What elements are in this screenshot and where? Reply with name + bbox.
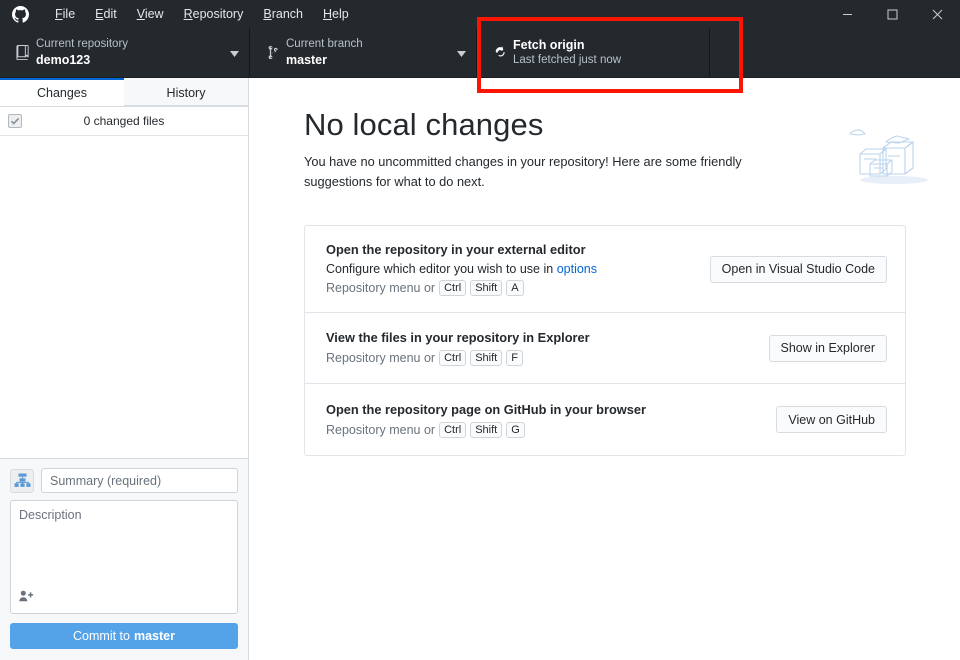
- sidebar: Changes History 0 changed files Summary …: [0, 78, 249, 660]
- suggestion-title: Open the repository in your external edi…: [326, 242, 586, 258]
- fetch-origin-button[interactable]: Fetch origin Last fetched just now: [477, 28, 710, 77]
- suggestion-description: Configure which editor you wish to use i…: [326, 262, 694, 276]
- suggestion-title: Open the repository page on GitHub in yo…: [326, 401, 646, 417]
- current-repository-label: Current repository: [36, 38, 129, 51]
- page-title: No local changes: [304, 107, 544, 142]
- github-desktop-window: File Edit View Repository Branch Help Cu…: [0, 0, 960, 660]
- suggestion-title: View the files in your repository in Exp…: [326, 330, 590, 346]
- suggestions-list: Open the repository in your external edi…: [304, 225, 906, 457]
- app-body: Changes History 0 changed files Summary …: [0, 78, 960, 660]
- main-panel: No local changes You have no uncommitted…: [249, 78, 960, 660]
- checked-checkbox-icon[interactable]: [8, 114, 22, 128]
- menu-item-edit[interactable]: Edit: [86, 2, 126, 26]
- commit-description-input[interactable]: Description: [10, 500, 238, 614]
- current-repository-button[interactable]: Current repository demo123: [0, 28, 250, 77]
- open-in-editor-button[interactable]: Open in Visual Studio Code: [709, 255, 887, 283]
- commit-summary-input[interactable]: [41, 468, 238, 493]
- suggestion-hint-prefix: Repository menu or: [326, 351, 436, 366]
- current-repository-value: demo123: [36, 52, 91, 67]
- menu-bar: File Edit View Repository Branch Help: [46, 2, 358, 26]
- window-controls: [825, 0, 960, 28]
- menu-label-view: iew: [144, 7, 164, 21]
- suggestion-body: Open the repository page on GitHub in yo…: [326, 402, 760, 438]
- suggestion-shortcut-hint: Repository menu or Ctrl Shift G: [326, 421, 760, 438]
- menu-item-view[interactable]: View: [128, 2, 173, 26]
- suggestion-shortcut-hint: Repository menu or Ctrl Shift A: [326, 280, 694, 297]
- menu-item-repository[interactable]: Repository: [175, 2, 253, 26]
- suggestion-body: Open the repository in your external edi…: [326, 242, 694, 297]
- key-letter: F: [506, 350, 523, 367]
- commit-to-branch-button[interactable]: Commit to master: [10, 623, 238, 649]
- show-in-explorer-button[interactable]: Show in Explorer: [768, 334, 887, 362]
- commit-summary-row: [10, 468, 238, 493]
- add-person-icon[interactable]: [19, 589, 34, 607]
- key-shift: Shift: [470, 421, 503, 438]
- key-letter: A: [506, 280, 524, 297]
- key-shift: Shift: [470, 280, 503, 297]
- fetch-origin-text: Fetch origin Last fetched just now: [513, 37, 621, 68]
- menu-accel-repository: R: [183, 7, 193, 21]
- menu-item-branch[interactable]: Branch: [254, 2, 312, 26]
- close-icon[interactable]: [915, 0, 960, 28]
- menu-accel-help: H: [322, 7, 333, 21]
- sidebar-tabs: Changes History: [0, 78, 248, 107]
- key-ctrl: Ctrl: [439, 350, 467, 367]
- commit-description-placeholder: Description: [19, 508, 82, 522]
- current-repository-text: Current repository demo123: [36, 37, 128, 68]
- menu-label-repository: epository: [192, 7, 244, 21]
- suggestion-open-in-editor: Open the repository in your external edi…: [305, 226, 905, 314]
- sync-refresh-icon: [487, 45, 513, 60]
- current-branch-value: master: [286, 52, 327, 67]
- changed-files-header: 0 changed files: [0, 107, 248, 136]
- suggestion-hint-prefix: Repository menu or: [326, 281, 436, 296]
- menu-item-help[interactable]: Help: [314, 2, 358, 26]
- toolbar-empty-area: [710, 28, 960, 77]
- chevron-down-icon: [449, 44, 466, 62]
- main-toolbar: Current repository demo123 Current branc…: [0, 28, 960, 78]
- commit-button-prefix: Commit to: [73, 629, 130, 643]
- menu-item-file[interactable]: File: [46, 2, 84, 26]
- github-octocat-icon: [6, 5, 34, 23]
- suggestion-hint-prefix: Repository menu or: [326, 422, 436, 437]
- suggestion-show-in-explorer: View the files in your repository in Exp…: [305, 313, 905, 385]
- menu-label-file: ile: [62, 7, 76, 21]
- options-link[interactable]: options: [557, 262, 597, 276]
- key-letter: G: [506, 421, 525, 438]
- current-branch-label: Current branch: [286, 38, 363, 51]
- menu-accel-file: F: [55, 7, 63, 21]
- git-network-avatar-icon: [10, 468, 34, 493]
- minimize-icon[interactable]: [825, 0, 870, 28]
- commit-button-branch: master: [133, 629, 175, 643]
- maximize-icon[interactable]: [870, 0, 915, 28]
- menu-label-edit: dit: [103, 7, 117, 21]
- repo-book-icon: [10, 45, 36, 60]
- menu-accel-branch: B: [263, 7, 272, 21]
- menu-label-branch: ranch: [271, 7, 303, 21]
- current-branch-text: Current branch master: [286, 37, 363, 68]
- title-menu-bar: File Edit View Repository Branch Help: [0, 0, 960, 28]
- fetch-origin-status: Last fetched just now: [513, 54, 622, 67]
- menu-accel-edit: E: [95, 7, 104, 21]
- current-branch-button[interactable]: Current branch master: [250, 28, 477, 77]
- page-subtitle: You have no uncommitted changes in your …: [304, 153, 742, 189]
- view-on-github-button[interactable]: View on GitHub: [776, 406, 887, 434]
- tab-changes[interactable]: Changes: [0, 78, 124, 106]
- suggestion-description-text: Configure which editor you wish to use i…: [326, 262, 557, 277]
- changed-files-count: 0 changed files: [83, 114, 165, 128]
- suggestion-body: View the files in your repository in Exp…: [326, 330, 753, 367]
- suggestion-view-on-github: Open the repository page on GitHub in yo…: [305, 384, 905, 455]
- fetch-origin-label: Fetch origin: [513, 38, 585, 53]
- key-ctrl: Ctrl: [439, 421, 467, 438]
- commit-area: Description Commit to master: [0, 458, 248, 660]
- menu-label-help: elp: [332, 7, 349, 21]
- changed-files-list[interactable]: [0, 136, 248, 458]
- menu-accel-view: V: [136, 7, 145, 21]
- key-ctrl: Ctrl: [439, 280, 467, 297]
- chevron-down-icon: [222, 44, 239, 62]
- git-branch-icon: [260, 45, 286, 60]
- blank-slate: No local changes You have no uncommitted…: [249, 107, 960, 457]
- suggestion-shortcut-hint: Repository menu or Ctrl Shift F: [326, 350, 753, 367]
- key-shift: Shift: [470, 350, 503, 367]
- tab-history[interactable]: History: [124, 78, 248, 106]
